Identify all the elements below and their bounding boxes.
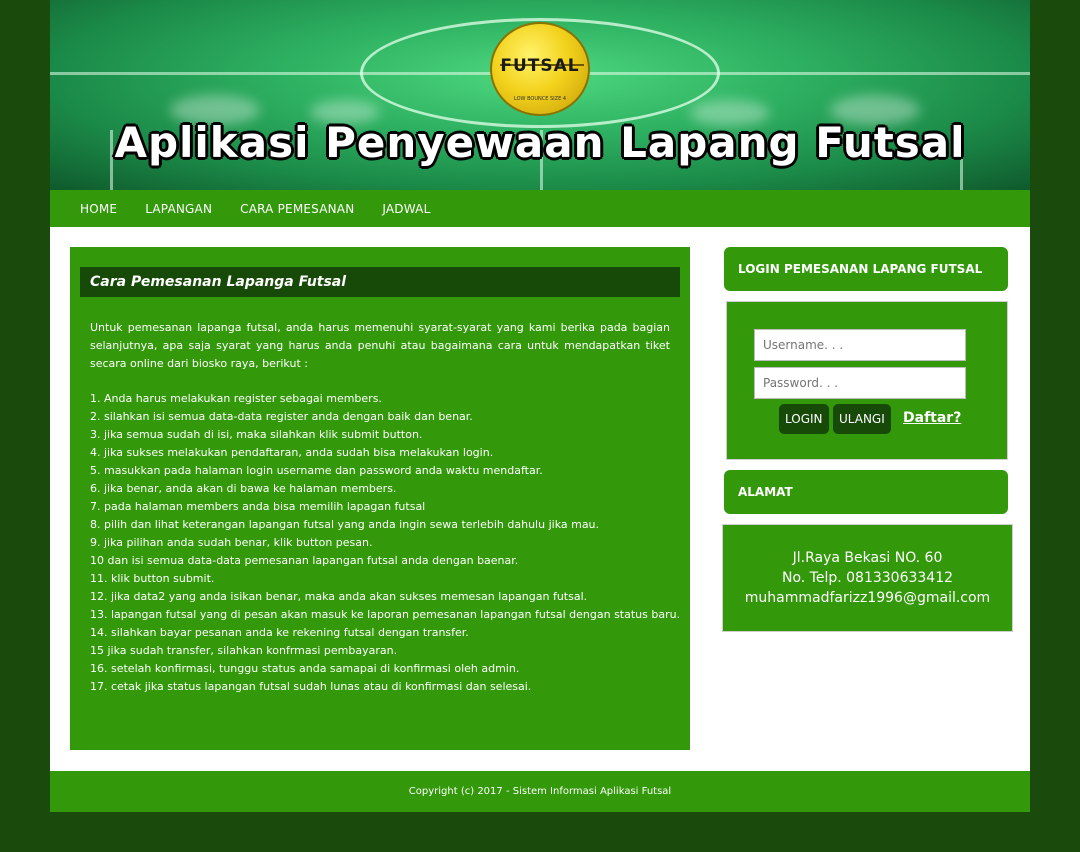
list-item: 10 dan isi semua data-data pemesanan lap…	[90, 554, 519, 567]
page-wrapper: FUTSAL LOW BOUNCE SIZE 4 Aplikasi Penyew…	[50, 0, 1030, 812]
list-item: 7. pada halaman members anda bisa memili…	[90, 500, 426, 513]
nav-jadwal[interactable]: JADWAL	[382, 202, 430, 216]
list-item: 11. klik button submit.	[90, 572, 215, 585]
reset-button[interactable]: ULANGI	[833, 404, 891, 434]
nav-lapangan[interactable]: LAPANGAN	[145, 202, 212, 216]
list-item: 14. silahkan bayar pesanan anda ke reken…	[90, 626, 469, 639]
username-input[interactable]	[754, 329, 966, 361]
header-banner: FUTSAL LOW BOUNCE SIZE 4 Aplikasi Penyew…	[50, 0, 1030, 190]
content-title: Cara Pemesanan Lapanga Futsal	[80, 267, 680, 297]
login-form: LOGIN ULANGI Daftar?	[726, 301, 1008, 460]
main-content: Cara Pemesanan Lapanga Futsal Untuk peme…	[70, 247, 690, 750]
ball-label: FUTSAL	[500, 56, 580, 76]
list-item: 1. Anda harus melakukan register sebagai…	[90, 392, 382, 405]
list-item: 8. pilih dan lihat keterangan lapangan f…	[90, 518, 600, 531]
main-nav: HOME LAPANGAN CARA PEMESANAN JADWAL	[50, 190, 1030, 227]
list-item: 16. setelah konfirmasi, tunggu status an…	[90, 662, 520, 675]
list-item: 13. lapangan futsal yang di pesan akan m…	[90, 608, 681, 621]
register-link[interactable]: Daftar?	[903, 410, 961, 426]
list-item: 15 jika sudah transfer, silahkan konfrma…	[90, 644, 398, 657]
list-item: 2. silahkan isi semua data-data register…	[90, 410, 473, 423]
list-item: 4. jika sukses melakukan pendaftaran, an…	[90, 446, 494, 459]
list-item: 3. jika semua sudah di isi, maka silahka…	[90, 428, 423, 441]
email-text: muhammadfarizz1996@gmail.com	[744, 590, 991, 606]
copyright-text: Copyright (c) 2017 - Sistem Informasi Ap…	[408, 786, 672, 797]
list-item: 12. jika data2 yang anda isikan benar, m…	[90, 590, 588, 603]
alamat-heading: ALAMAT	[724, 470, 1008, 514]
login-heading: LOGIN PEMESANAN LAPANG FUTSAL	[724, 247, 1008, 291]
alamat-box: Jl.Raya Bekasi NO. 60 No. Telp. 08133063…	[722, 524, 1013, 632]
list-item: 9. jika pilihan anda sudah benar, klik b…	[90, 536, 373, 549]
futsal-ball-logo: FUTSAL LOW BOUNCE SIZE 4	[490, 22, 590, 116]
login-button[interactable]: LOGIN	[779, 404, 829, 434]
phone-text: No. Telp. 081330633412	[781, 570, 954, 586]
list-item: 6. jika benar, anda akan di bawa ke hala…	[90, 482, 397, 495]
ball-sub-label: LOW BOUNCE SIZE 4	[514, 96, 566, 102]
steps-list: 1. Anda harus melakukan register sebagai…	[90, 390, 680, 696]
password-input[interactable]	[754, 367, 966, 399]
footer: Copyright (c) 2017 - Sistem Informasi Ap…	[50, 771, 1030, 812]
nav-cara-pemesanan[interactable]: CARA PEMESANAN	[240, 202, 354, 216]
nav-home[interactable]: HOME	[80, 202, 117, 216]
list-item: 17. cetak jika status lapangan futsal su…	[90, 680, 532, 693]
intro-paragraph: Untuk pemesanan lapanga futsal, anda har…	[90, 321, 670, 370]
site-title: Aplikasi Penyewaan Lapang Futsal	[114, 118, 966, 167]
address-text: Jl.Raya Bekasi NO. 60	[792, 550, 943, 566]
list-item: 5. masukkan pada halaman login username …	[90, 464, 543, 477]
